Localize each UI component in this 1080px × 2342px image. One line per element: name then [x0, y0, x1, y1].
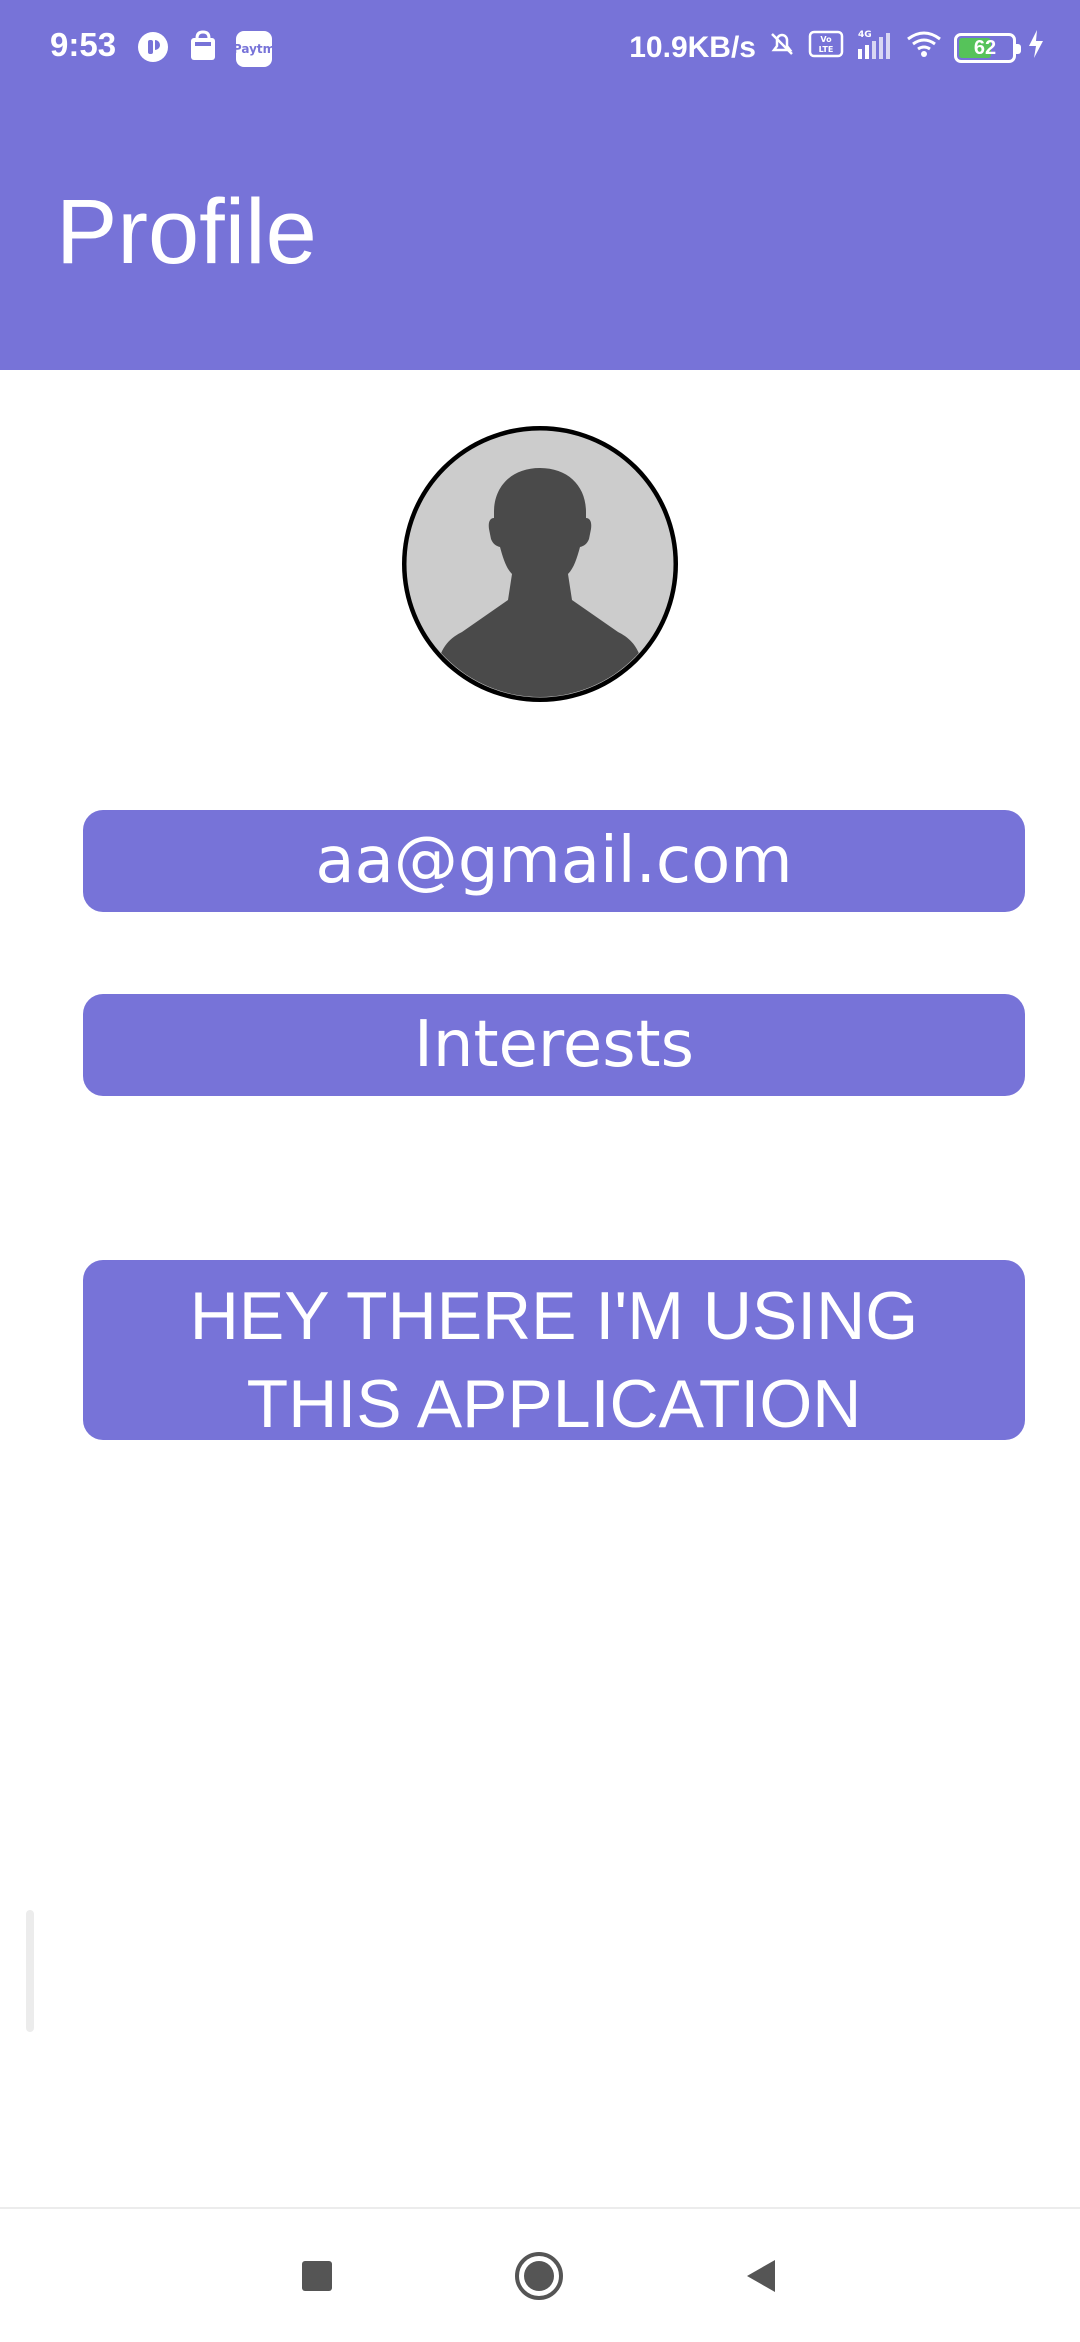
battery-icon: 62 — [954, 33, 1021, 63]
status-right: 10.9KB/s Vo LTE 4G 62 — [629, 27, 1046, 69]
status-left-icons: Paytm — [136, 30, 275, 68]
battery-level: 62 — [973, 36, 997, 59]
shopping-bag-icon — [186, 30, 220, 68]
default-avatar-icon — [402, 426, 678, 702]
interests-button[interactable]: Interests — [83, 994, 1025, 1096]
wifi-icon — [904, 27, 944, 69]
home-button[interactable] — [479, 2209, 599, 2342]
nav-bar — [0, 2207, 1080, 2342]
sync-icon — [136, 30, 170, 68]
signal-icon: 4G — [854, 27, 894, 69]
mute-icon — [766, 28, 798, 68]
charging-icon — [1026, 28, 1046, 68]
page-title: Profile — [56, 181, 317, 283]
avatar[interactable] — [402, 426, 678, 702]
network-speed: 10.9KB/s — [629, 31, 756, 64]
volte-icon: Vo LTE — [808, 28, 844, 68]
svg-text:LTE: LTE — [819, 45, 834, 54]
back-button[interactable] — [701, 2209, 821, 2342]
email-field[interactable]: aa@gmail.com — [83, 810, 1025, 912]
app-bar: Profile — [0, 96, 1080, 370]
svg-text:Vo: Vo — [820, 35, 832, 44]
status-time: 9:53 — [50, 26, 117, 63]
scroll-indicator — [26, 1910, 34, 2032]
paytm-icon: Paytm — [233, 31, 275, 67]
status-bar: 9:53 Paytm 10.9KB/s Vo LTE 4G 62 — [0, 0, 1080, 96]
svg-text:4G: 4G — [858, 30, 872, 40]
status-message[interactable]: HEY THERE I'M USING THIS APPLICATION — [83, 1260, 1025, 1442]
recent-apps-button[interactable] — [257, 2209, 377, 2342]
recent-apps-icon — [302, 2260, 332, 2291]
back-icon — [747, 2259, 775, 2292]
home-icon — [515, 2251, 563, 2300]
